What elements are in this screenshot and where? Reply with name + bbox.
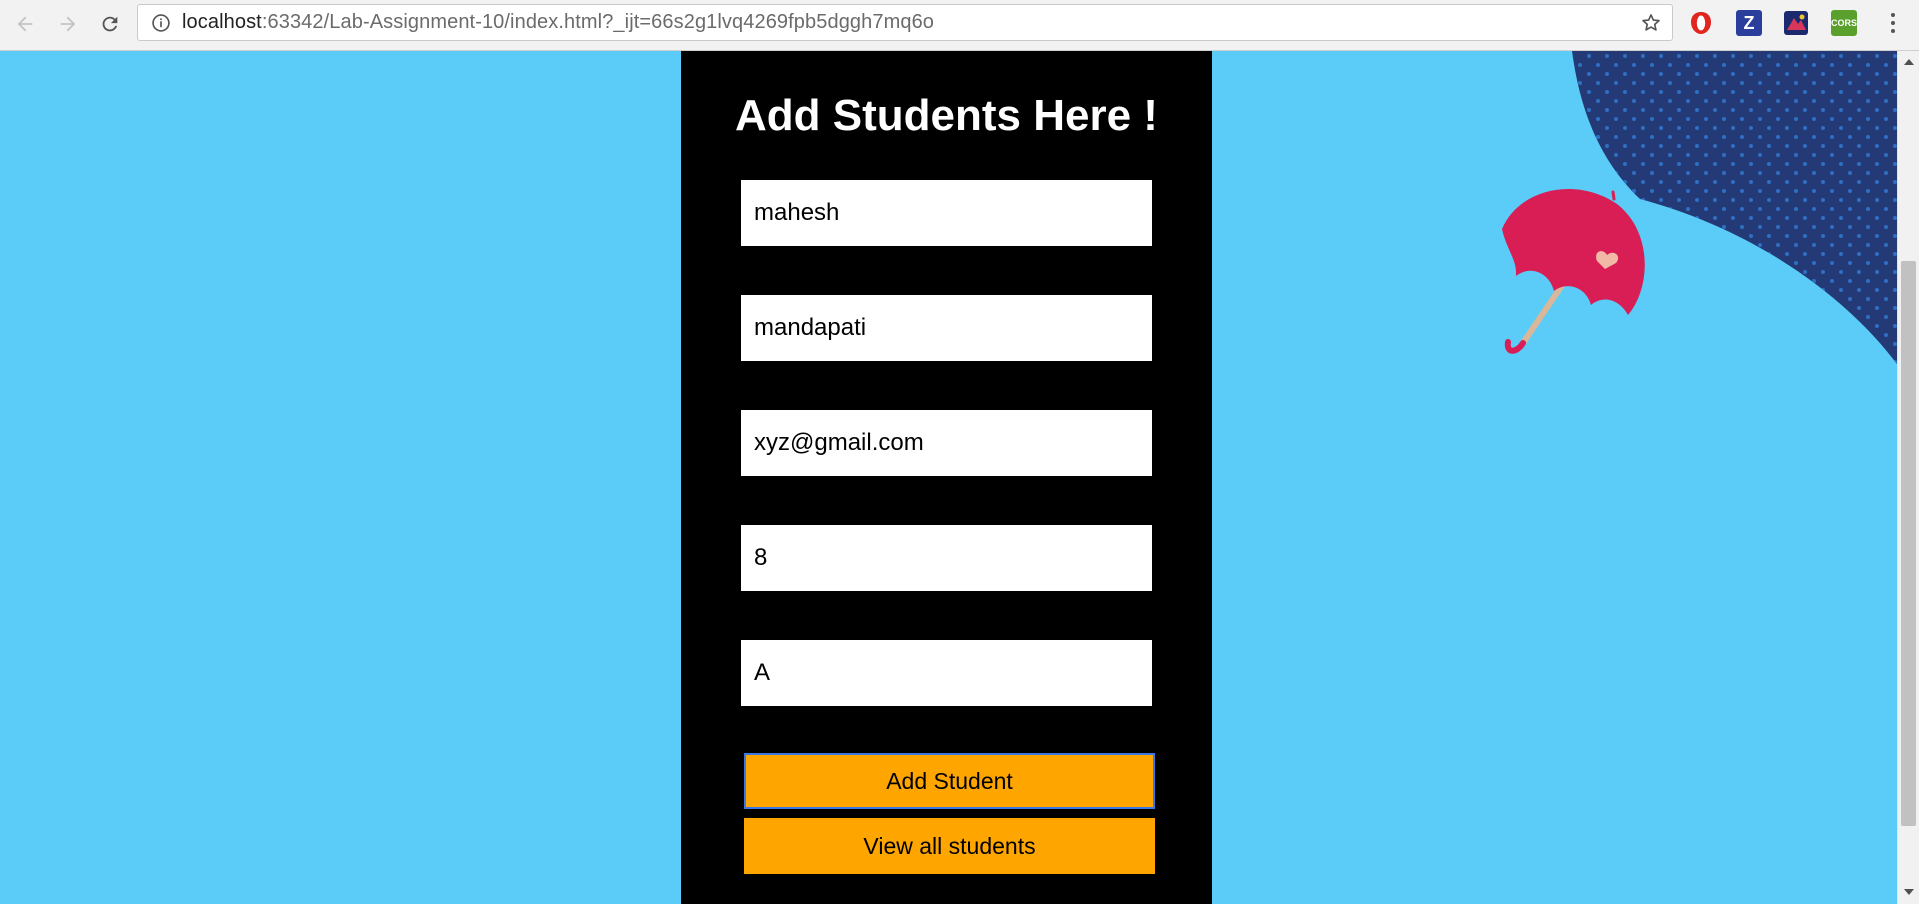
url-path: :63342/Lab-Assignment-10/index.html?_ijt… [261, 11, 935, 33]
email-input[interactable] [741, 410, 1152, 476]
forward-arrow-icon[interactable] [52, 8, 84, 40]
zotero-extension-icon[interactable]: Z [1736, 10, 1762, 36]
page-viewport: Add Students Here ! Add Student View all… [0, 51, 1897, 904]
opera-extension-icon[interactable] [1688, 10, 1714, 36]
umbrella-icon [1502, 188, 1645, 354]
class-input[interactable] [741, 525, 1152, 591]
reload-icon[interactable] [94, 8, 126, 40]
form-panel: Add Students Here ! Add Student View all… [681, 51, 1212, 904]
last-name-input[interactable] [741, 295, 1152, 361]
url-text: localhost:63342/Lab-Assignment-10/index.… [182, 11, 934, 34]
cors-extension-icon[interactable]: CORS [1831, 10, 1857, 36]
zotero-label: Z [1743, 12, 1755, 33]
star-icon[interactable] [1640, 12, 1662, 34]
mercury-extension-icon[interactable] [1783, 10, 1809, 36]
scroll-up-arrow-icon[interactable] [1898, 53, 1919, 71]
first-name-input[interactable] [741, 180, 1152, 246]
grade-input[interactable] [741, 640, 1152, 706]
view-all-students-button[interactable]: View all students [744, 818, 1155, 874]
address-bar[interactable]: localhost:63342/Lab-Assignment-10/index.… [137, 4, 1673, 41]
add-student-button[interactable]: Add Student [744, 753, 1155, 809]
scrollbar-thumb[interactable] [1901, 261, 1916, 826]
browser-toolbar: localhost:63342/Lab-Assignment-10/index.… [0, 0, 1919, 51]
scroll-down-arrow-icon[interactable] [1898, 883, 1919, 901]
cors-label: CORS [1831, 18, 1858, 28]
vertical-scrollbar[interactable] [1897, 51, 1919, 904]
back-arrow-icon[interactable] [9, 8, 41, 40]
info-icon[interactable] [150, 12, 172, 34]
page-title: Add Students Here ! [735, 91, 1158, 140]
browser-menu-icon[interactable] [1880, 10, 1906, 36]
url-host: localhost [182, 11, 262, 33]
